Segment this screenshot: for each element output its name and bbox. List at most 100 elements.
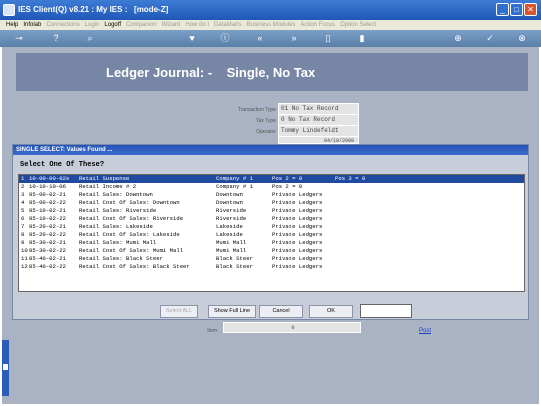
list-cell-company: Black Steer [216, 263, 253, 270]
menu-logoff[interactable]: Logoff [104, 22, 121, 28]
list-cell-code: 10-00-00-02s [29, 175, 70, 182]
list-cell-company: Mumi Mall [216, 239, 247, 246]
list-cell-name: Retail Cost Of Sales: Riverside [79, 215, 184, 222]
list-cell-name: Retail Sales: Mumi Mall [79, 239, 157, 246]
panel-icon[interactable]: ▮ [356, 32, 368, 44]
toolbar: ⊸ ? ⌕ ♥ ⓘ « » ▯ ▮ ⊕ ✓ ⊗ [0, 30, 541, 47]
list-cell-type: Private Ledgers [272, 191, 323, 198]
list-cell-n: 10 [21, 247, 28, 254]
list-cell-type: Pos 2 = 0 [272, 175, 303, 182]
menu-connections[interactable]: Connections [46, 22, 79, 28]
menu-wizard[interactable]: Wizard [162, 22, 181, 28]
list-cell-company: Company # 1 [216, 175, 253, 182]
minimize-button[interactable]: _ [496, 3, 509, 16]
menu-bar: Help Infolab Connections Login Logoff Co… [0, 20, 541, 30]
ok-button[interactable]: OK [309, 305, 353, 318]
list-item[interactable]: 9 85-30-02-21 Retail Sales: Mumi Mall Mumi … [19, 239, 524, 247]
values-list[interactable]: 1 10-00-00-02s Retail Suspense Company # 1 P… [18, 174, 525, 292]
key-icon[interactable]: ⊸ [8, 32, 30, 44]
list-cell-code: 85-00-02-21 [29, 191, 66, 198]
side-panel-tab[interactable] [2, 340, 9, 396]
list-cell-n: 5 [21, 207, 25, 214]
menu-how-do-i[interactable]: How do I [185, 22, 209, 28]
page-title: Ledger Journal: - Single, No Tax [106, 65, 316, 80]
list-cell-n: 9 [21, 239, 25, 246]
check-icon[interactable]: ✓ [484, 32, 496, 44]
show-full-line-button[interactable]: Show Full Line [208, 305, 256, 318]
menu-business-modules[interactable]: Business Modules [247, 22, 296, 28]
list-cell-n: 6 [21, 215, 25, 222]
operator-label: Operator [256, 129, 276, 135]
menu-help[interactable]: Help [6, 22, 18, 28]
add-icon[interactable]: ⊕ [452, 32, 464, 44]
close-icon[interactable]: ⊗ [516, 32, 528, 44]
list-cell-type: Private Ledgers [272, 231, 323, 238]
list-cell-name: Retail Income # 2 [79, 183, 137, 190]
list-item[interactable]: 4 85-00-02-22 Retail Cost Of Sales: Downto… [19, 199, 524, 207]
app-icon [3, 4, 15, 16]
selection-input[interactable] [360, 304, 412, 318]
list-cell-type: Private Ledgers [272, 223, 323, 230]
list-cell-n: 12 [21, 263, 28, 270]
list-item[interactable]: 3 85-00-02-21 Retail Sales: Downtown Downto… [19, 191, 524, 199]
list-cell-name: Retail Cost Of Sales: Black Steer [79, 263, 190, 270]
menu-datamarts[interactable]: DataMarts [214, 22, 242, 28]
menu-login[interactable]: Login [85, 22, 100, 28]
list-cell-name: Retail Suspense [79, 175, 130, 182]
maximize-button[interactable]: □ [510, 3, 523, 16]
select-all-button[interactable]: Select ALL [160, 305, 198, 318]
menu-option-select[interactable]: Option Select [340, 22, 376, 28]
list-item[interactable]: 6 85-10-02-22 Retail Cost Of Sales: Rivers… [19, 215, 524, 223]
list-cell-name: Retail Cost Of Sales: Lakeside [79, 231, 180, 238]
list-cell-extra: Pos 3 = 0 [335, 175, 366, 182]
list-cell-type: Private Ledgers [272, 215, 323, 222]
list-cell-company: Black Steer [216, 255, 253, 262]
rewind-icon[interactable]: « [254, 32, 266, 44]
dialog-prompt: Select One Of These? [20, 161, 105, 169]
post-link[interactable]: Post [419, 328, 431, 334]
cancel-button[interactable]: Cancel [259, 305, 303, 318]
close-window-button[interactable]: ✕ [524, 3, 537, 16]
forward-icon[interactable]: » [288, 32, 300, 44]
list-cell-company: Mumi Mall [216, 247, 247, 254]
date-field: 04/10/2009 [278, 136, 359, 144]
info-icon[interactable]: ⓘ [219, 32, 231, 44]
help-icon[interactable]: ? [50, 32, 62, 44]
list-cell-code: 85-30-02-21 [29, 239, 66, 246]
list-cell-n: 7 [21, 223, 25, 230]
search-icon[interactable]: ⌕ [84, 32, 96, 44]
list-cell-company: Downtown [216, 199, 243, 206]
list-cell-type: Private Ledgers [272, 247, 323, 254]
menu-action-focus[interactable]: Action Focus [300, 22, 335, 28]
item-label: Item [207, 328, 217, 334]
list-item[interactable]: 8 85-20-02-22 Retail Cost Of Sales: Lakesi… [19, 231, 524, 239]
list-cell-name: Retail Cost Of Sales: Mumi Mall [79, 247, 184, 254]
list-cell-code: 85-20-02-22 [29, 231, 66, 238]
clipboard-icon[interactable]: ▯ [322, 32, 334, 44]
list-cell-n: 1 [21, 175, 25, 182]
list-cell-code: 85-40-02-22 [29, 263, 66, 270]
list-cell-n: 2 [21, 183, 25, 190]
item-field[interactable]: 0 [223, 322, 361, 333]
window-title: IES Client(Q) v8.21 : My IES : [mode-Z] [18, 5, 169, 14]
list-cell-company: Downtown [216, 191, 243, 198]
menu-infolab[interactable]: Infolab [23, 22, 41, 28]
list-item[interactable]: 1 10-00-00-02s Retail Suspense Company # 1 P… [19, 175, 524, 183]
list-cell-name: Retail Sales: Lakeside [79, 223, 153, 230]
tax-type-label: Tax Type [256, 118, 276, 124]
list-item[interactable]: 5 85-10-02-21 Retail Sales: Riverside River… [19, 207, 524, 215]
list-item[interactable]: 2 10-10-10-06 Retail Income # 2 Company # 1… [19, 183, 524, 191]
list-item[interactable]: 7 85-20-02-21 Retail Sales: Lakeside Lakesi… [19, 223, 524, 231]
heart-icon[interactable]: ♥ [186, 32, 198, 44]
list-item[interactable]: 10 85-30-02-22 Retail Cost Of Sales: Mumi … [19, 247, 524, 255]
list-item[interactable]: 11 85-40-02-21 Retail Sales: Black Steer Bl… [19, 255, 524, 263]
dialog-title: SINGLE SELECT: Values Found ... [13, 145, 528, 155]
menu-companion[interactable]: Companion [126, 22, 157, 28]
list-cell-company: Company # 1 [216, 183, 253, 190]
list-cell-code: 85-40-02-21 [29, 255, 66, 262]
list-cell-type: Private Ledgers [272, 263, 323, 270]
list-cell-name: Retail Sales: Riverside [79, 207, 157, 214]
transaction-type-label: Transaction Type [237, 107, 276, 113]
list-item[interactable]: 12 85-40-02-22 Retail Cost Of Sales: Black… [19, 263, 524, 271]
list-cell-name: Retail Sales: Black Steer [79, 255, 163, 262]
